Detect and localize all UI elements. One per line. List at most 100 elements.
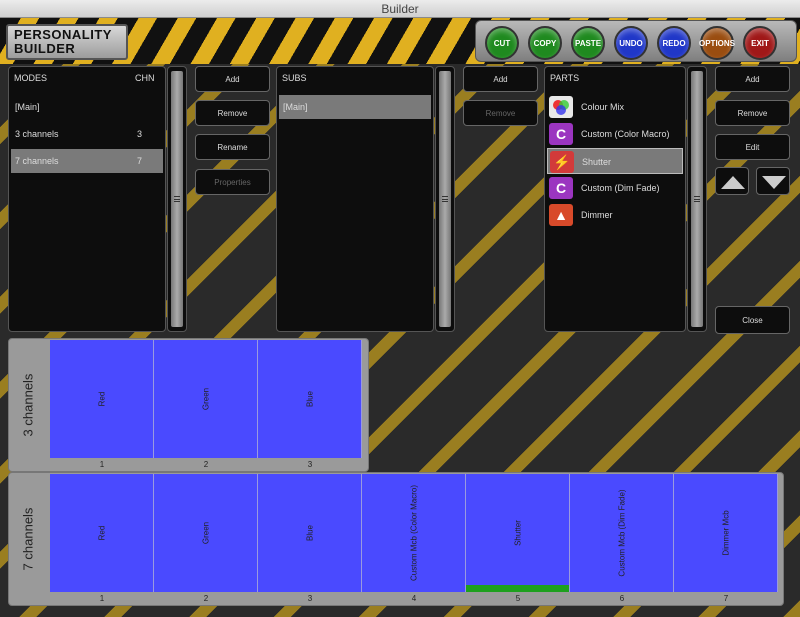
part-row[interactable]: Colour Mix — [547, 94, 683, 120]
toolbar-redo-button[interactable]: REDO — [657, 26, 691, 60]
channel-slot[interactable]: Blue — [258, 340, 362, 458]
channel-slot[interactable]: Custom Mcb (Color Macro) — [362, 474, 466, 592]
channel-number: 6 — [619, 594, 625, 603]
mode-row[interactable]: [Main] — [11, 95, 163, 119]
mode-chn: 3 — [137, 129, 143, 139]
scroll-thumb[interactable] — [439, 71, 451, 327]
chn-header: CHN — [135, 73, 155, 83]
toolbar: CUT COPY PASTE UNDO REDO OPTIONS EXIT — [475, 20, 797, 62]
mode-row[interactable]: 3 channels 3 — [11, 122, 163, 146]
part-name: Custom (Dim Fade) — [581, 183, 660, 193]
toolbar-cut-button[interactable]: CUT — [485, 26, 519, 60]
modes-properties-button[interactable]: Properties — [195, 169, 270, 195]
modes-list[interactable]: MODES CHN [Main] 3 channels 3 7 channels 7 — [8, 66, 166, 332]
channel-label: Custom Mcb (Color Macro) — [409, 484, 418, 582]
parts-list[interactable]: PARTS Colour Mix C Custom (Color Macro) ⚡ Sh… — [544, 66, 686, 332]
channel-label: Shutter — [513, 520, 522, 546]
channel-label: Blue — [305, 390, 314, 408]
parts-remove-button[interactable]: Remove — [715, 100, 790, 126]
part-row[interactable]: ▲ Dimmer — [547, 202, 683, 228]
scroll-thumb[interactable] — [691, 71, 703, 327]
channel-number: 2 — [203, 594, 209, 603]
parts-add-button[interactable]: Add — [715, 66, 790, 92]
toolbar-copy-button[interactable]: COPY — [528, 26, 562, 60]
toolbar-undo-button[interactable]: UNDO — [614, 26, 648, 60]
modes-header: MODES — [14, 73, 48, 83]
toolbar-exit-button[interactable]: EXIT — [743, 26, 777, 60]
sub-name: [Main] — [283, 102, 308, 112]
grip-icon — [694, 196, 700, 202]
channel-number: 4 — [411, 594, 417, 603]
toolbar-paste-button[interactable]: PASTE — [571, 26, 605, 60]
channel-number: 7 — [723, 594, 729, 603]
parts-close-button[interactable]: Close — [715, 306, 790, 334]
part-row[interactable]: C Custom (Dim Fade) — [547, 175, 683, 201]
dimmer-icon: ▲ — [549, 204, 573, 226]
app-logo: PERSONALITY BUILDER — [6, 24, 128, 60]
arrow-up-icon — [721, 176, 745, 189]
channel-number: 1 — [99, 460, 105, 469]
part-row[interactable]: C Custom (Color Macro) — [547, 121, 683, 147]
channel-slot[interactable]: Red — [50, 340, 154, 458]
channel-slot[interactable]: Green — [154, 340, 258, 458]
channel-label: Custom Mcb (Dim Fade) — [617, 489, 626, 577]
move-down-button[interactable] — [756, 167, 790, 195]
title-bar: Builder — [0, 0, 800, 18]
part-name: Dimmer — [581, 210, 613, 220]
scroll-thumb[interactable] — [171, 71, 183, 327]
channel-label: Red — [97, 525, 106, 541]
mode-chn: 7 — [137, 156, 143, 166]
channel-slot[interactable]: Red — [50, 474, 154, 592]
custom-macro-icon: C — [549, 177, 573, 199]
move-up-button[interactable] — [715, 167, 749, 195]
channel-number: 1 — [99, 594, 105, 603]
channel-label: Green — [201, 387, 210, 411]
modes-rename-button[interactable]: Rename — [195, 134, 270, 160]
logo-line1: PERSONALITY — [14, 27, 112, 42]
channel-label: Blue — [305, 524, 314, 542]
subs-scrollbar[interactable] — [435, 66, 455, 332]
channel-number: 3 — [307, 594, 313, 603]
subs-remove-button[interactable]: Remove — [463, 100, 538, 126]
builder-window: Builder PERSONALITY BUILDER CUT COPY PASTE… — [0, 0, 800, 617]
subs-header: SUBS — [282, 73, 307, 83]
channel-number: 5 — [515, 594, 521, 603]
channel-label: Red — [97, 391, 106, 407]
part-name: Colour Mix — [581, 102, 625, 112]
sub-row[interactable]: [Main] — [279, 95, 431, 119]
mode-row[interactable]: 7 channels 7 — [11, 149, 163, 173]
window-title: Builder — [381, 2, 419, 16]
channel-number: 2 — [203, 460, 209, 469]
part-name: Shutter — [582, 157, 612, 167]
toolbar-options-button[interactable]: OPTIONS — [699, 26, 735, 60]
modes-scrollbar[interactable] — [167, 66, 187, 332]
mode-view-label: 3 channels — [9, 339, 47, 471]
parts-header: PARTS — [550, 73, 580, 83]
subs-list[interactable]: SUBS [Main] — [276, 66, 434, 332]
part-row[interactable]: ⚡ Shutter — [547, 148, 683, 174]
shutter-icon: ⚡ — [550, 151, 574, 173]
mode-name: 7 channels — [15, 156, 59, 166]
channel-slot[interactable]: Green — [154, 474, 258, 592]
grip-icon — [174, 196, 180, 202]
custom-macro-icon: C — [549, 123, 573, 145]
mode-name: 3 channels — [15, 129, 59, 139]
channel-slot[interactable]: Dimmer Mcb — [674, 474, 778, 592]
channel-label: Green — [201, 521, 210, 545]
active-indicator — [466, 585, 569, 592]
channel-slot[interactable]: Blue — [258, 474, 362, 592]
parts-edit-button[interactable]: Edit — [715, 134, 790, 160]
modes-add-button[interactable]: Add — [195, 66, 270, 92]
mode-name: [Main] — [15, 102, 40, 112]
part-name: Custom (Color Macro) — [581, 129, 670, 139]
channel-slot[interactable]: Shutter — [466, 474, 570, 592]
logo-line2: BUILDER — [14, 41, 76, 56]
parts-scrollbar[interactable] — [687, 66, 707, 332]
channel-number: 3 — [307, 460, 313, 469]
mode-view-title: 7 channels — [20, 507, 36, 571]
mode-view-title: 3 channels — [20, 373, 36, 437]
channel-slot[interactable]: Custom Mcb (Dim Fade) — [570, 474, 674, 592]
modes-remove-button[interactable]: Remove — [195, 100, 270, 126]
subs-add-button[interactable]: Add — [463, 66, 538, 92]
colour-mix-icon — [549, 96, 573, 118]
